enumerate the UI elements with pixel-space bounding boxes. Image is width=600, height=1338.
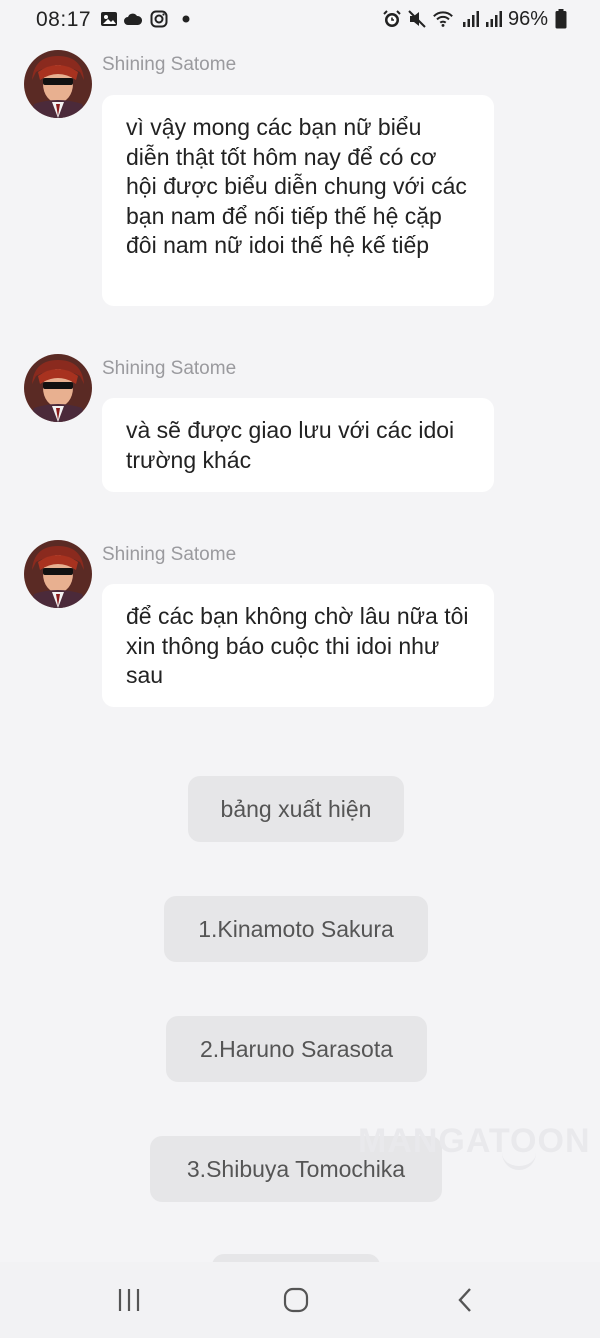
watermark-logo-icon bbox=[502, 1150, 536, 1170]
narration-pill: 2.Haruno Sarasota bbox=[166, 1016, 427, 1082]
signal-icon bbox=[483, 8, 505, 30]
avatar[interactable] bbox=[24, 50, 92, 118]
back-icon[interactable] bbox=[447, 1284, 483, 1316]
dot-icon bbox=[175, 8, 197, 30]
wifi-icon bbox=[432, 8, 454, 30]
status-bar: 08:17 96% bbox=[0, 0, 600, 40]
sender-name: Shining Satome bbox=[102, 358, 237, 379]
watermark: MANGATOON bbox=[358, 1122, 591, 1160]
signal-icon bbox=[460, 8, 482, 30]
narration-pill: 1.Kinamoto Sakura bbox=[164, 896, 428, 962]
recent-apps-icon[interactable] bbox=[111, 1284, 147, 1316]
navigation-bar bbox=[0, 1262, 600, 1338]
message-bubble: vì vậy mong các bạn nữ biểu diễn thật tố… bbox=[102, 95, 494, 306]
avatar[interactable] bbox=[24, 540, 92, 608]
message-bubble: và sẽ được giao lưu với các idoi trường … bbox=[102, 398, 494, 492]
mute-icon bbox=[406, 8, 428, 30]
cloud-icon bbox=[122, 8, 144, 30]
battery-percent: 96% bbox=[507, 8, 548, 30]
message-bubble: để các bạn không chờ lâu nữa tôi xin thô… bbox=[102, 584, 494, 707]
narration-pill: bảng xuất hiện bbox=[188, 776, 404, 842]
sender-name: Shining Satome bbox=[102, 544, 237, 565]
instagram-icon bbox=[148, 8, 170, 30]
avatar[interactable] bbox=[24, 354, 92, 422]
home-icon[interactable] bbox=[278, 1284, 314, 1316]
status-time: 08:17 bbox=[36, 8, 92, 31]
battery-icon bbox=[550, 8, 572, 30]
sender-name: Shining Satome bbox=[102, 54, 237, 75]
alarm-icon bbox=[381, 8, 403, 30]
gallery-icon bbox=[98, 8, 120, 30]
